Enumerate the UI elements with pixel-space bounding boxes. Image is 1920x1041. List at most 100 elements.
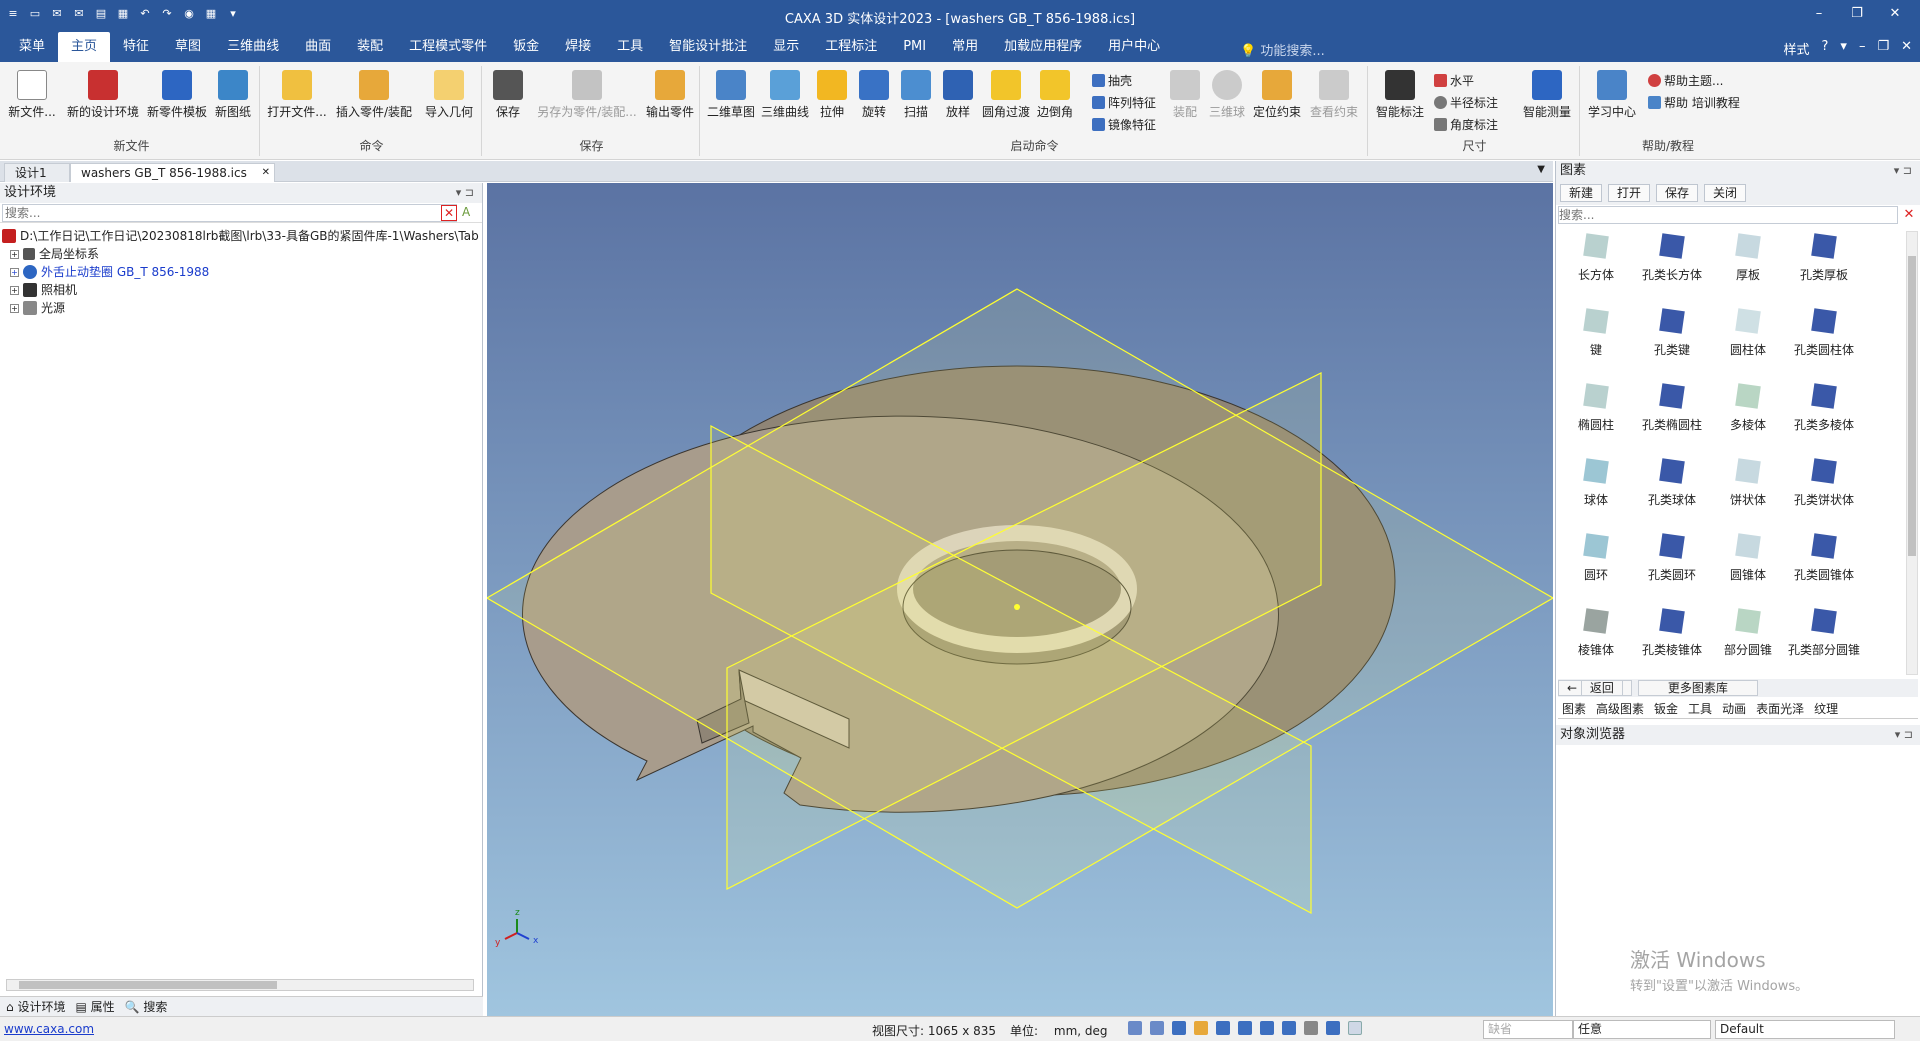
angle-dim-button[interactable]: 角度标注	[1434, 116, 1498, 133]
zoom-icon[interactable]	[1128, 1021, 1142, 1035]
clear-search-icon[interactable]: ✕	[441, 205, 457, 221]
menu-tab-17[interactable]: 用户中心	[1095, 32, 1173, 62]
pin-icon[interactable]: ▾ ⊐	[1895, 725, 1913, 745]
menu-tab-0[interactable]: 菜单	[6, 32, 58, 62]
export-part-button[interactable]: 输出零件	[642, 70, 698, 120]
menu-tab-8[interactable]: 钣金	[500, 32, 552, 62]
menu-tab-4[interactable]: 三维曲线	[214, 32, 292, 62]
pin-icon[interactable]: ▾ ⊐	[456, 183, 474, 203]
open-file-button[interactable]: 打开文件...	[266, 70, 328, 120]
menu-tab-11[interactable]: 智能设计批注	[656, 32, 760, 62]
new-drawing-button[interactable]: 新图纸	[210, 70, 256, 120]
view-cube-icon[interactable]	[1172, 1021, 1186, 1035]
fillet-button[interactable]: 圆角过渡	[980, 70, 1032, 120]
menu-tab-14[interactable]: PMI	[890, 32, 939, 62]
tree-item-washer[interactable]: + 外舌止动垫圈 GB_T 856-1988	[2, 263, 480, 281]
sketch-2d-button[interactable]: 二维草图	[706, 70, 756, 120]
insert-part-button[interactable]: 插入零件/装配	[332, 70, 416, 120]
catalog-new-button[interactable]: 新建	[1560, 184, 1603, 202]
catalog-item-6[interactable]: 圆柱体	[1710, 303, 1786, 378]
catalog-item-8[interactable]: 椭圆柱	[1558, 378, 1634, 453]
sweep-button[interactable]: 扫描	[896, 70, 936, 120]
style-combo[interactable]: Default	[1715, 1020, 1895, 1039]
save-as-button[interactable]: 另存为零件/装配...	[532, 70, 642, 120]
tab-properties[interactable]: ▤ 属性	[75, 998, 114, 1015]
revolve-button[interactable]: 旋转	[854, 70, 894, 120]
loft-button[interactable]: 放样	[938, 70, 978, 120]
help-icon[interactable]: ?	[1822, 39, 1829, 58]
catalog-item-19[interactable]: 孔类圆锥体	[1786, 528, 1862, 603]
catalog-tab-5[interactable]: 表面光泽	[1756, 700, 1804, 717]
doctab-design1[interactable]: 设计1	[4, 163, 70, 182]
expand-icon[interactable]: +	[10, 285, 19, 295]
search-options-icon[interactable]: A	[462, 205, 470, 219]
back-button[interactable]: ← 返回	[1558, 680, 1632, 696]
catalog-item-23[interactable]: 孔类部分圆锥	[1786, 603, 1862, 678]
catalog-item-3[interactable]: 孔类厚板	[1786, 228, 1862, 303]
curve-3d-button[interactable]: 三维曲线	[760, 70, 810, 120]
doc-close-button[interactable]: ✕	[1901, 39, 1912, 58]
catalog-item-13[interactable]: 孔类球体	[1634, 453, 1710, 528]
catalog-item-21[interactable]: 孔类棱锥体	[1634, 603, 1710, 678]
menu-tab-10[interactable]: 工具	[604, 32, 656, 62]
display-icon[interactable]	[1282, 1021, 1296, 1035]
pattern-button[interactable]: 阵列特征	[1092, 94, 1156, 111]
doctab-washers[interactable]: washers GB_T 856-1988.ics ✕	[70, 163, 275, 182]
help-topics-button[interactable]: 帮助主题...	[1648, 72, 1723, 89]
new-file-button[interactable]: 新文件...	[4, 70, 60, 120]
close-button[interactable]: ✕	[1876, 6, 1914, 21]
chamfer-button[interactable]: 边倒角	[1034, 70, 1076, 120]
catalog-close-button[interactable]: 关闭	[1704, 184, 1747, 202]
mirror-button[interactable]: 镜像特征	[1092, 116, 1156, 133]
triball-button[interactable]: 三维球	[1206, 70, 1248, 120]
expand-icon[interactable]: +	[10, 249, 19, 259]
scrollbar-thumb[interactable]	[1908, 256, 1916, 556]
menu-tab-16[interactable]: 加载应用程序	[991, 32, 1095, 62]
expand-icon[interactable]: +	[10, 303, 19, 313]
import-geometry-button[interactable]: 导入几何	[420, 70, 478, 120]
menu-tab-2[interactable]: 特征	[110, 32, 162, 62]
menu-tab-15[interactable]: 常用	[939, 32, 991, 62]
expand-icon[interactable]: +	[10, 267, 19, 277]
catalog-item-0[interactable]: 长方体	[1558, 228, 1634, 303]
tree-root[interactable]: D:\工作日记\工作日记\20230818lrb截图\lrb\33-具备GB的紧…	[2, 227, 480, 245]
doctab-close-icon[interactable]: ✕	[262, 164, 270, 182]
catalog-item-20[interactable]: 棱锥体	[1558, 603, 1634, 678]
select-icon[interactable]	[1348, 1021, 1362, 1035]
catalog-item-10[interactable]: 多棱体	[1710, 378, 1786, 453]
pan-icon[interactable]	[1194, 1021, 1208, 1035]
catalog-item-2[interactable]: 厚板	[1710, 228, 1786, 303]
extrude-button[interactable]: 拉伸	[812, 70, 852, 120]
catalog-tab-1[interactable]: 高级图素	[1596, 700, 1644, 717]
render-icon[interactable]	[1216, 1021, 1230, 1035]
restore-button[interactable]: ❐	[1838, 6, 1876, 21]
training-tutorial-button[interactable]: 帮助 培训教程	[1648, 94, 1740, 111]
menu-tab-3[interactable]: 草图	[162, 32, 214, 62]
smart-measure-button[interactable]: 智能测量	[1520, 70, 1574, 120]
catalog-item-5[interactable]: 孔类键	[1634, 303, 1710, 378]
smart-dimension-button[interactable]: 智能标注	[1374, 70, 1426, 120]
catalog-item-12[interactable]: 球体	[1558, 453, 1634, 528]
minimize-button[interactable]: –	[1800, 6, 1838, 21]
catalog-tab-3[interactable]: 工具	[1688, 700, 1712, 717]
pin-icon[interactable]: ▾ ⊐	[1894, 161, 1912, 181]
menu-tab-9[interactable]: 焊接	[552, 32, 604, 62]
tab-design-env[interactable]: ⌂ 设计环境	[6, 998, 65, 1015]
light-icon[interactable]	[1304, 1021, 1318, 1035]
view-constraint-button[interactable]: 查看约束	[1306, 70, 1362, 120]
menu-tab-5[interactable]: 曲面	[292, 32, 344, 62]
doc-restore-button[interactable]: ❐	[1877, 39, 1889, 58]
position-constraint-button[interactable]: 定位约束	[1250, 70, 1304, 120]
catalog-item-11[interactable]: 孔类多棱体	[1786, 378, 1862, 453]
ribbon-options-icon[interactable]: ▾	[1840, 39, 1847, 58]
catalog-item-4[interactable]: 键	[1558, 303, 1634, 378]
catalog-item-15[interactable]: 孔类饼状体	[1786, 453, 1862, 528]
filter-combo[interactable]: 缺省	[1483, 1020, 1573, 1039]
radius-dim-button[interactable]: 半径标注	[1434, 94, 1498, 111]
scrollbar-thumb[interactable]	[19, 981, 277, 989]
new-part-template-button[interactable]: 新零件模板	[146, 70, 208, 120]
catalog-item-1[interactable]: 孔类长方体	[1634, 228, 1710, 303]
tree-search-input[interactable]	[2, 204, 457, 222]
menu-tab-6[interactable]: 装配	[344, 32, 396, 62]
catalog-item-9[interactable]: 孔类椭圆柱	[1634, 378, 1710, 453]
